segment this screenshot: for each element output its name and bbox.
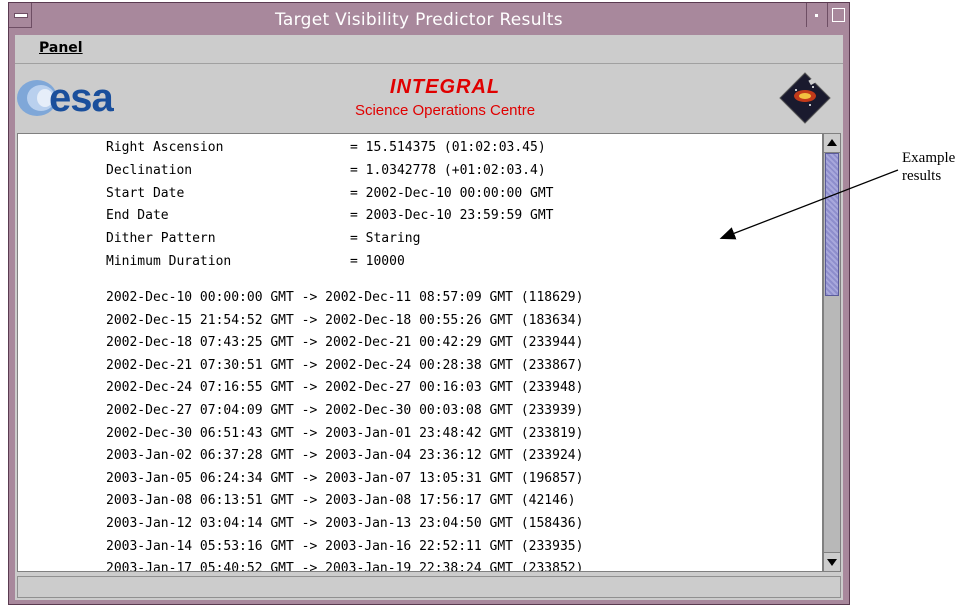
results-window: Target Visibility Predictor Results Pane… (8, 2, 850, 605)
visibility-window-row: 2003-Jan-14 05:53:16 GMT -> 2003-Jan-16 … (106, 538, 584, 554)
visibility-window-row: 2002-Dec-30 06:51:43 GMT -> 2003-Jan-01 … (106, 425, 584, 441)
menu-panel[interactable]: Panel (39, 40, 83, 56)
visibility-window-row: 2002-Dec-27 07:04:09 GMT -> 2002-Dec-30 … (106, 402, 584, 418)
visibility-windows-list: 2002-Dec-10 00:00:00 GMT -> 2002-Dec-11 … (106, 290, 584, 572)
parameter-value: = 15.514375 (01:02:03.45) (350, 140, 546, 155)
annotation-line-1: Example (902, 150, 956, 166)
parameter-label: Declination (106, 162, 193, 178)
parameter-label: Dither Pattern (106, 231, 216, 247)
maximize-icon (832, 8, 845, 22)
visibility-window-row: 2003-Jan-12 03:04:14 GMT -> 2003-Jan-13 … (106, 515, 584, 531)
header-subtitle: Science Operations Centre (354, 102, 536, 119)
parameter-label: Minimum Duration (106, 253, 232, 269)
window-title: Target Visibility Predictor Results (275, 10, 563, 30)
arrow-up-icon (827, 139, 837, 146)
visibility-window-row: 2002-Dec-24 07:16:55 GMT -> 2002-Dec-27 … (106, 380, 584, 396)
header-banner: esa INTEGRAL Science Operations Centre (15, 64, 843, 132)
visibility-window-row: 2003-Jan-05 06:24:34 GMT -> 2003-Jan-07 … (106, 470, 584, 486)
parameter-value: = Staring (350, 231, 421, 247)
scroll-up-button[interactable] (824, 134, 840, 153)
visibility-window-row: 2002-Dec-21 07:30:51 GMT -> 2002-Dec-24 … (106, 357, 584, 373)
visibility-window-row: 2003-Jan-08 06:13:51 GMT -> 2003-Jan-08 … (106, 493, 576, 509)
visibility-window-row: 2003-Jan-17 05:40:52 GMT -> 2003-Jan-19 … (106, 561, 584, 572)
parameter-value: = 10000 (350, 253, 405, 269)
results-text-area[interactable]: Right Ascension = 15.514375 (01:02:03.45)… (17, 133, 823, 572)
minimize-button[interactable] (806, 3, 827, 27)
window-client-area: Panel esa INTEGRAL Science Operations Ce… (15, 35, 843, 600)
visibility-window-row: 2002-Dec-15 21:54:52 GMT -> 2002-Dec-18 … (106, 312, 584, 328)
arrow-down-icon (827, 559, 837, 566)
annotation-label: Example results (902, 149, 955, 185)
window-menu-button[interactable] (9, 3, 32, 28)
integral-mission-logo (779, 72, 831, 124)
scroll-down-button[interactable] (824, 552, 840, 571)
scroll-thumb[interactable] (825, 153, 839, 296)
vertical-scrollbar[interactable] (823, 133, 841, 572)
parameter-value: = 2003-Dec-10 23:59:59 GMT (350, 208, 554, 224)
menu-bar: Panel (15, 35, 843, 64)
maximize-button[interactable] (827, 3, 849, 27)
parameter-label: End Date (106, 208, 169, 224)
minimize-icon (815, 14, 818, 17)
status-bar (17, 576, 841, 598)
esa-logo-text: esa (49, 76, 114, 120)
parameter-value: = 1.0342778 (+01:02:03.4) (350, 162, 546, 178)
header-title: INTEGRAL (389, 76, 501, 98)
parameter-value: = 2002-Dec-10 00:00:00 GMT (350, 185, 554, 201)
visibility-window-row: 2002-Dec-18 07:43:25 GMT -> 2002-Dec-21 … (106, 335, 584, 351)
annotation-line-2: results (902, 168, 942, 184)
esa-logo: esa (15, 72, 165, 122)
visibility-window-row: 2002-Dec-10 00:00:00 GMT -> 2002-Dec-11 … (106, 290, 584, 305)
title-bar[interactable]: Target Visibility Predictor Results (9, 3, 849, 35)
visibility-window-row: 2003-Jan-02 06:37:28 GMT -> 2003-Jan-04 … (106, 448, 584, 464)
parameter-label: Start Date (106, 185, 185, 201)
window-menu-icon (14, 13, 28, 18)
menu-panel-label: Panel (39, 40, 83, 56)
parameter-label: Right Ascension (106, 140, 224, 155)
